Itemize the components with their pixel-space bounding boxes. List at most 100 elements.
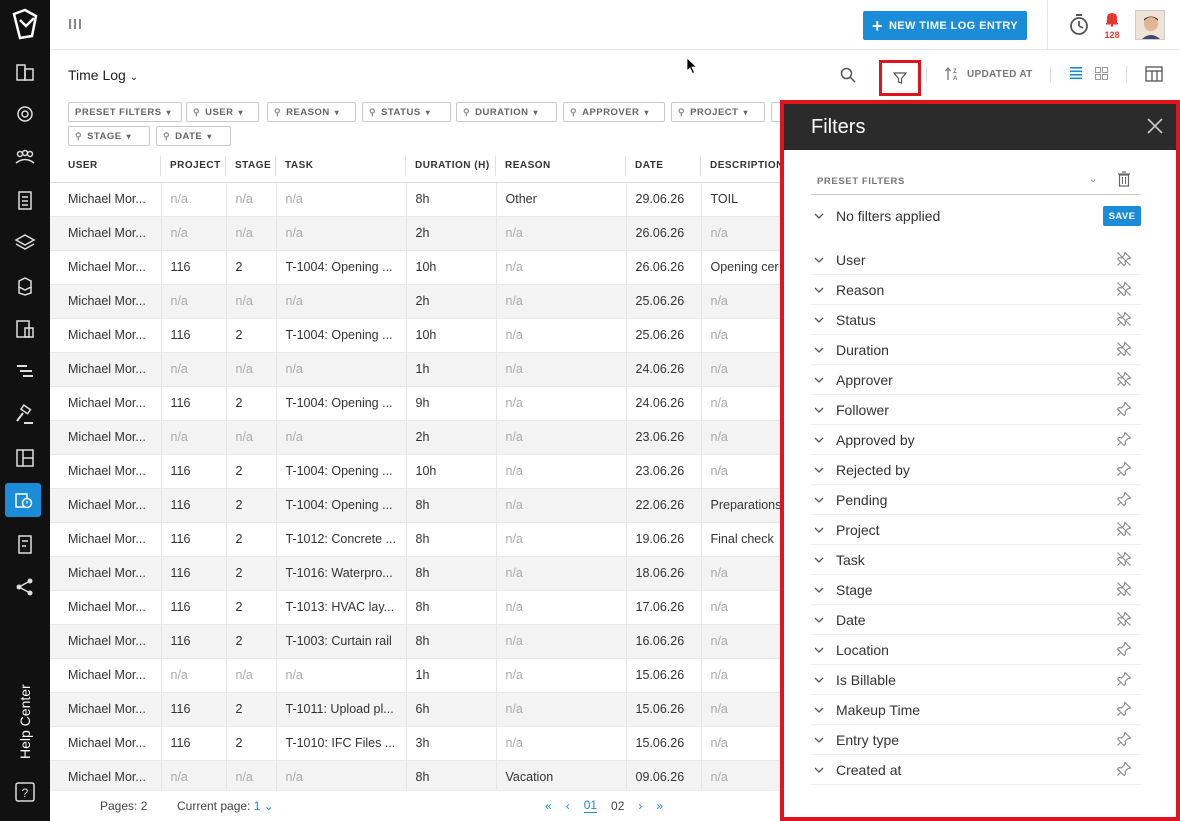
pin-icon[interactable] — [1116, 461, 1132, 482]
chip-project[interactable]: ⚲ PROJECT ▾ — [671, 102, 765, 122]
page-1-link[interactable]: 01 — [583, 798, 598, 813]
pin-icon[interactable] — [1116, 701, 1132, 722]
filter-item[interactable]: User — [811, 245, 1141, 275]
chevron-down-icon[interactable] — [813, 313, 825, 331]
filter-item[interactable]: Pending — [811, 485, 1141, 515]
last-page-icon[interactable]: » — [656, 799, 663, 813]
chip-user[interactable]: ⚲ USER ▾ — [186, 102, 259, 122]
chevron-down-icon[interactable] — [813, 343, 825, 361]
prev-page-icon[interactable]: ‹ — [566, 799, 570, 813]
unpin-icon[interactable] — [1116, 551, 1132, 572]
chip-duration[interactable]: ⚲ DURATION ▾ — [456, 102, 557, 122]
chevron-down-icon[interactable] — [813, 613, 825, 631]
filter-item[interactable]: Follower — [811, 395, 1141, 425]
chevron-down-icon[interactable] — [813, 463, 825, 481]
page-2-link[interactable]: 02 — [611, 799, 624, 813]
pin-icon[interactable] — [1116, 671, 1132, 692]
chip-stage[interactable]: ⚲ STAGE ▾ — [68, 126, 150, 146]
trash-icon[interactable] — [1117, 171, 1131, 192]
current-page-selector[interactable]: Current page: 1 ⌄ — [177, 799, 274, 813]
table-row[interactable]: Michael Mor... n/a n/a n/a 2h n/a 25.06.26 n/a — [50, 284, 785, 319]
app-logo-icon[interactable] — [10, 8, 40, 40]
next-page-icon[interactable]: › — [638, 799, 642, 813]
chip-reason[interactable]: ⚲ REASON ▾ — [267, 102, 356, 122]
first-page-icon[interactable]: « — [545, 799, 552, 813]
chevron-down-icon[interactable] — [813, 703, 825, 721]
unpin-icon[interactable] — [1116, 281, 1132, 302]
unpin-icon[interactable] — [1116, 521, 1132, 542]
table-row[interactable]: Michael Mor... 116 2 T-1004: Opening ... 10h… — [50, 454, 785, 489]
table-row[interactable]: Michael Mor... n/a n/a n/a 1h n/a 24.06.26 n/a — [50, 352, 785, 387]
pin-icon[interactable] — [1116, 761, 1132, 782]
table-row[interactable]: Michael Mor... n/a n/a n/a 8h Other 29.06.26 TO… — [50, 182, 785, 217]
close-icon[interactable] — [1146, 117, 1164, 140]
column-header-duration[interactable]: DURATION (H) — [406, 150, 496, 183]
chevron-down-icon[interactable] — [813, 553, 825, 571]
pin-icon[interactable] — [1116, 731, 1132, 752]
chevron-down-icon[interactable] — [813, 763, 825, 781]
filter-item[interactable]: Rejected by — [811, 455, 1141, 485]
unpin-icon[interactable] — [1116, 611, 1132, 632]
settings-cube-icon[interactable] — [10, 99, 40, 129]
team-icon[interactable] — [10, 142, 40, 172]
pin-icon[interactable] — [1116, 401, 1132, 422]
boxes-icon[interactable] — [10, 271, 40, 301]
new-time-log-entry-button[interactable]: + NEW TIME LOG ENTRY — [863, 11, 1027, 40]
save-button[interactable]: SAVE — [1103, 206, 1141, 226]
chevron-down-icon[interactable] — [813, 493, 825, 511]
page-title-dropdown[interactable]: Time Log ⌄ — [68, 67, 138, 83]
unpin-icon[interactable] — [1116, 341, 1132, 362]
filter-item[interactable]: Task — [811, 545, 1141, 575]
unpin-icon[interactable] — [1116, 371, 1132, 392]
columns-icon[interactable] — [1145, 65, 1163, 88]
table-row[interactable]: Michael Mor... n/a n/a n/a 2h n/a 26.06.26 n/a — [50, 216, 785, 251]
filter-item[interactable]: Project — [811, 515, 1141, 545]
layers-icon[interactable] — [10, 228, 40, 258]
chevron-down-icon[interactable] — [813, 403, 825, 421]
table-row[interactable]: Michael Mor... 116 2 T-1012: Concrete ... 8h… — [50, 522, 785, 557]
filter-item[interactable]: Duration — [811, 335, 1141, 365]
time-log-icon[interactable] — [5, 483, 41, 517]
filter-item[interactable]: Location — [811, 635, 1141, 665]
filter-item[interactable]: Stage — [811, 575, 1141, 605]
table-row[interactable]: Michael Mor... 116 2 T-1011: Upload pl... 6h… — [50, 692, 785, 727]
filter-item[interactable]: Approved by — [811, 425, 1141, 455]
chevron-down-icon[interactable] — [813, 373, 825, 391]
pin-icon[interactable] — [1116, 641, 1132, 662]
unpin-icon[interactable] — [1116, 581, 1132, 602]
chevron-down-icon[interactable] — [813, 523, 825, 541]
buildings-icon[interactable] — [10, 56, 40, 86]
chevron-down-icon[interactable] — [813, 209, 825, 227]
column-header-task[interactable]: TASK — [276, 150, 406, 183]
clipboard-icon[interactable] — [10, 185, 40, 215]
table-row[interactable]: Michael Mor... 116 2 T-1004: Opening ... 10h… — [50, 318, 785, 353]
preset-filters-select[interactable]: PRESET FILTERS ⌄ — [811, 168, 1141, 195]
chip-approver[interactable]: ⚲ APPROVER ▾ — [563, 102, 665, 122]
list-view-icon[interactable] — [1069, 66, 1083, 85]
chip-date[interactable]: ⚲ DATE ▾ — [156, 126, 231, 146]
table-row[interactable]: Michael Mor... n/a n/a n/a 8h Vacation 09.06.2… — [50, 760, 785, 790]
unpin-icon[interactable] — [1116, 251, 1132, 272]
sort-button[interactable]: Z A UPDATED AT — [945, 66, 1033, 82]
avatar[interactable] — [1135, 10, 1165, 40]
layout-icon[interactable] — [10, 443, 40, 473]
table-row[interactable]: Michael Mor... n/a n/a n/a 1h n/a 15.06.26 n/a — [50, 658, 785, 693]
gantt-icon[interactable] — [10, 357, 40, 387]
chevron-down-icon[interactable] — [813, 283, 825, 301]
menu-toggle-icon[interactable] — [68, 17, 82, 36]
table-row[interactable]: Michael Mor... 116 2 T-1004: Opening ... 8h n… — [50, 488, 785, 523]
table-row[interactable]: Michael Mor... 116 2 T-1004: Opening ... 10h… — [50, 250, 785, 285]
search-icon[interactable] — [839, 66, 857, 89]
chevron-down-icon[interactable] — [813, 433, 825, 451]
table-row[interactable]: Michael Mor... 116 2 T-1010: IFC Files ... 3… — [50, 726, 785, 761]
chevron-down-icon[interactable] — [813, 253, 825, 271]
unpin-icon[interactable] — [1116, 311, 1132, 332]
report-icon[interactable] — [10, 529, 40, 559]
chevron-down-icon[interactable] — [813, 583, 825, 601]
column-header-user[interactable]: USER — [50, 150, 161, 183]
filter-item[interactable]: Approver — [811, 365, 1141, 395]
table-row[interactable]: Michael Mor... n/a n/a n/a 2h n/a 23.06.26 n/a — [50, 420, 785, 455]
filter-button[interactable] — [879, 60, 921, 96]
document-box-icon[interactable] — [10, 314, 40, 344]
column-header-description[interactable]: DESCRIPTION — [701, 150, 785, 183]
